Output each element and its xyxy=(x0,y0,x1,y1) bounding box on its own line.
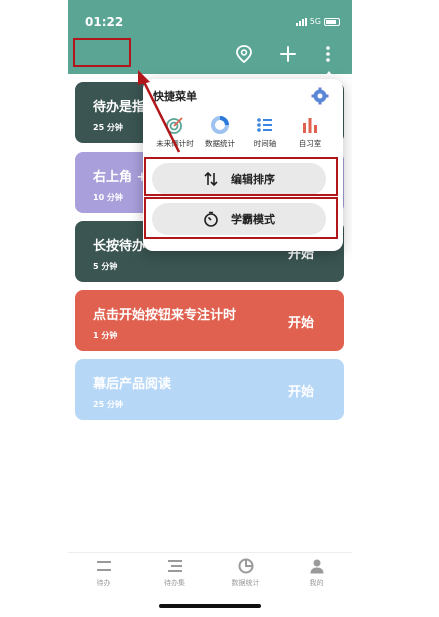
tab-label: 我的 xyxy=(309,579,324,587)
status-time: 01:22 xyxy=(85,15,124,29)
todo-card[interactable]: 点击开始按钮来专注计时 1 分钟 开始 xyxy=(75,290,344,351)
annotation-box-header xyxy=(73,38,131,67)
todo-set-icon xyxy=(167,560,182,572)
tab-label: 待办集 xyxy=(164,579,185,587)
tab-bar: 待办 待办集 数据统计 我的 xyxy=(68,552,352,594)
battery-icon xyxy=(324,17,340,26)
card-duration: 25 分钟 xyxy=(93,400,123,409)
quick-item-stats[interactable]: 数据统计 xyxy=(196,115,244,149)
tab-profile[interactable]: 我的 xyxy=(281,553,352,594)
card-title: 右上角 + xyxy=(93,170,148,185)
card-title: 幕后产品阅读 xyxy=(93,377,172,392)
card-title: 待办是指 xyxy=(93,100,146,115)
tab-todo[interactable]: 待办 xyxy=(68,553,139,594)
location-pin-icon[interactable] xyxy=(234,44,254,64)
card-duration: 1 分钟 xyxy=(93,331,118,340)
annotation-box-edit-sort xyxy=(144,157,338,196)
card-duration: 10 分钟 xyxy=(93,193,123,202)
quick-item-label: 自习室 xyxy=(298,139,322,148)
card-duration: 25 分钟 xyxy=(93,123,123,132)
quick-item-label: 未来倒计时 xyxy=(156,139,194,148)
stats-icon xyxy=(238,558,253,574)
target-icon xyxy=(166,117,183,134)
quick-item-label: 时间轴 xyxy=(253,139,277,148)
bar-chart-icon xyxy=(303,118,317,133)
annotation-box-study-mode xyxy=(144,197,338,239)
tab-label: 待办 xyxy=(96,579,111,587)
card-title: 点击开始按钮来专注计时 xyxy=(93,308,237,323)
signal-icon xyxy=(295,17,307,26)
start-button[interactable]: 开始 xyxy=(288,381,314,400)
todo-card[interactable]: 幕后产品阅读 25 分钟 开始 xyxy=(75,359,344,420)
todo-icon xyxy=(96,561,111,571)
more-icon[interactable] xyxy=(318,44,338,64)
popup-title: 快捷菜单 xyxy=(153,90,197,103)
quick-item-label: 数据统计 xyxy=(205,139,235,148)
network-label: 5G xyxy=(309,17,321,26)
add-icon[interactable] xyxy=(278,44,298,64)
home-indicator xyxy=(159,604,261,608)
tab-label: 数据统计 xyxy=(231,579,260,587)
tab-stats[interactable]: 数据统计 xyxy=(210,553,281,594)
tab-todo-set[interactable]: 待办集 xyxy=(139,553,210,594)
quick-item-timeline[interactable]: 时间轴 xyxy=(241,115,289,149)
card-title: 长按待办 xyxy=(93,239,146,254)
phone-screen: 01:22 5G 待办是指 25 分钟 右上角 + 10 分钟 长按待办 5 分… xyxy=(68,0,352,617)
status-indicators: 5G xyxy=(295,17,340,26)
donut-chart-icon xyxy=(211,116,229,134)
settings-icon[interactable] xyxy=(311,87,329,105)
profile-icon xyxy=(310,559,323,574)
timeline-icon xyxy=(257,118,272,132)
quick-item-countdown[interactable]: 未来倒计时 xyxy=(151,115,199,149)
quick-item-study-room[interactable]: 自习室 xyxy=(286,115,334,149)
card-duration: 5 分钟 xyxy=(93,262,118,271)
start-button[interactable]: 开始 xyxy=(288,312,314,331)
